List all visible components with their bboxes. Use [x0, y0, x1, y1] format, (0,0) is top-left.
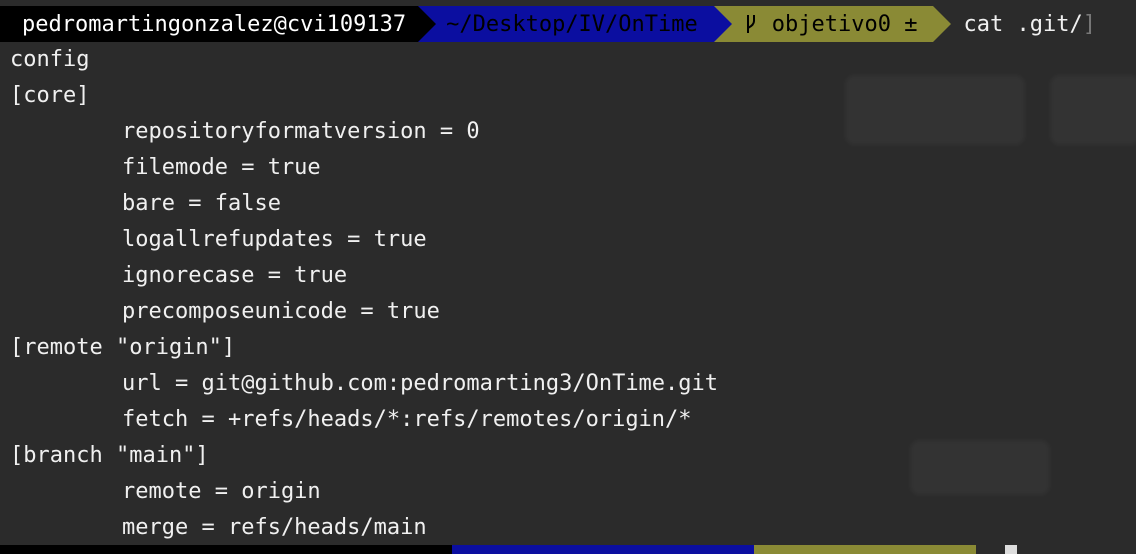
user-host-text: pedromartingonzalez@cvi109137 — [22, 11, 407, 37]
prompt-command[interactable]: cat .git/] — [933, 6, 1095, 42]
segment-arrow — [713, 6, 732, 42]
prompt-right-bracket: ] — [1082, 11, 1096, 37]
next-prompt-path-segment — [452, 545, 754, 554]
output-line: bare = false — [122, 191, 281, 216]
output-line: remote = origin — [122, 479, 321, 504]
terminal-cursor — [1005, 545, 1017, 554]
segment-arrow — [933, 6, 952, 42]
shell-prompt: pedromartingonzalez@cvi109137 ~/Desktop/… — [0, 6, 1096, 42]
output-line: logallrefupdates = true — [122, 227, 427, 252]
background-blur-button — [910, 440, 1050, 495]
output-line: filemode = true — [122, 155, 321, 180]
output-line: ignorecase = true — [122, 263, 348, 288]
output-line: [core] — [10, 83, 90, 108]
background-blur-button — [845, 75, 1025, 145]
path-text: ~/Desktop/IV/OnTime — [446, 11, 698, 37]
command-output: config [core] repositoryformatversion = … — [10, 42, 718, 546]
output-line: repositoryformatversion = 0 — [122, 119, 480, 144]
git-branch-icon — [746, 15, 755, 33]
prompt-path: ~/Desktop/IV/OnTime — [418, 6, 732, 42]
output-line: merge = refs/heads/main — [122, 515, 427, 540]
output-line: [branch "main"] — [10, 443, 209, 468]
command-text[interactable]: cat .git/ — [963, 12, 1082, 37]
prompt-git-branch: objetivo0 ± — [713, 6, 952, 42]
next-prompt-bar — [0, 545, 1136, 554]
branch-text: objetivo0 ± — [771, 11, 918, 37]
next-prompt-user-segment — [0, 545, 452, 554]
output-line: config — [10, 47, 90, 72]
output-line: fetch = +refs/heads/*:refs/remotes/origi… — [122, 407, 692, 432]
output-line: precomposeunicode = true — [122, 299, 440, 324]
segment-arrow — [418, 6, 437, 42]
prompt-user-host: pedromartingonzalez@cvi109137 — [0, 6, 437, 42]
next-prompt-git-segment — [754, 545, 976, 554]
output-line: [remote "origin"] — [10, 335, 236, 360]
output-line: url = git@github.com:pedromarting3/OnTim… — [122, 371, 719, 396]
background-blur-button — [1050, 75, 1136, 145]
